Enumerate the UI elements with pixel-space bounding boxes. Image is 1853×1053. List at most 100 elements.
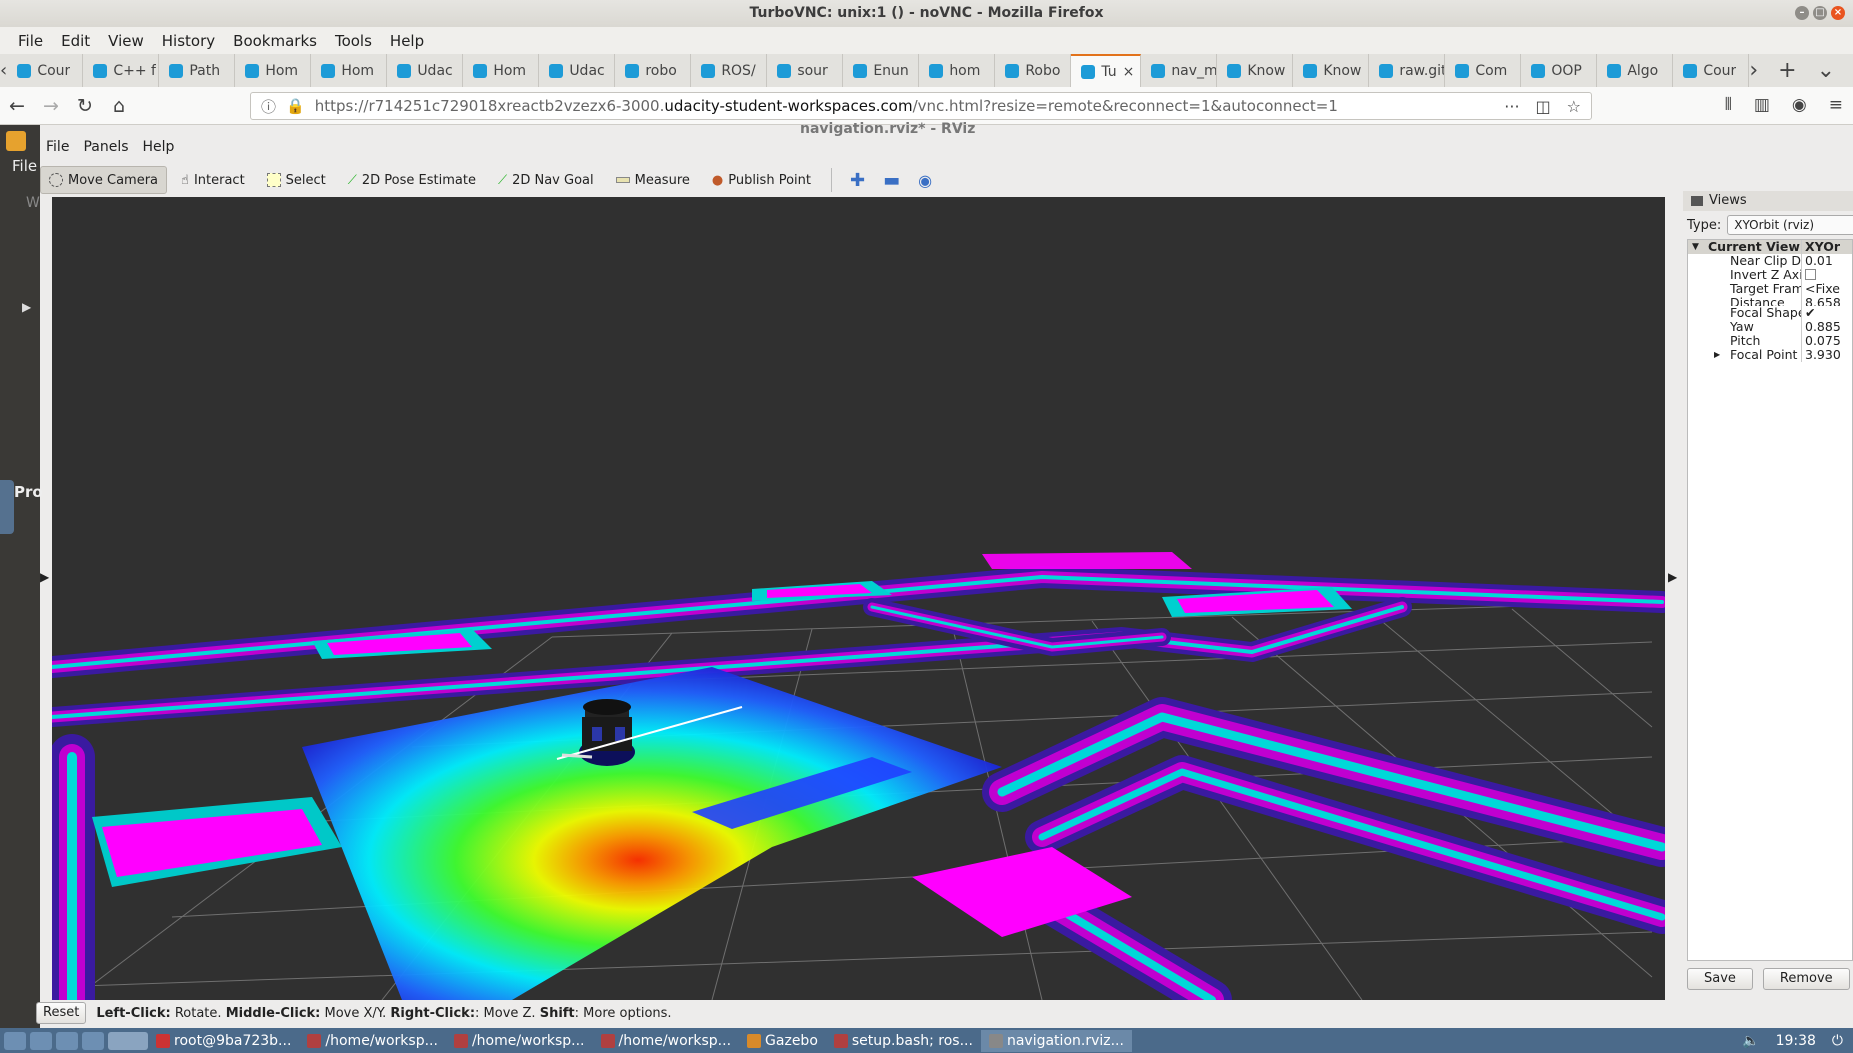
browser-tab[interactable]: raw.gith xyxy=(1369,54,1446,87)
reset-button[interactable]: Reset xyxy=(36,1002,87,1024)
save-view-button[interactable]: Save xyxy=(1687,968,1753,990)
browser-tab[interactable]: Hom xyxy=(463,54,540,87)
menu-edit[interactable]: Edit xyxy=(53,32,98,50)
browser-tab[interactable]: sour xyxy=(767,54,844,87)
browser-tab[interactable]: Udac xyxy=(387,54,464,87)
tool-2d-nav-goal[interactable]: ⟋ 2D Nav Goal xyxy=(490,166,602,194)
browser-tab[interactable]: Hom xyxy=(235,54,312,87)
taskbar-item-terminal-root[interactable]: root@9ba723b... xyxy=(148,1030,299,1052)
tab-list-dropdown-icon[interactable]: ⌄ xyxy=(1817,58,1835,83)
pocket-icon[interactable]: ◫ xyxy=(1536,97,1551,116)
property-row-pitch[interactable]: Pitch 0.075 xyxy=(1688,334,1852,348)
browser-tab[interactable]: Tu × xyxy=(1071,54,1142,87)
volume-icon[interactable]: 🔈 xyxy=(1742,1033,1759,1049)
forward-icon[interactable]: → xyxy=(34,95,68,117)
tool-publish-point[interactable]: ● Publish Point xyxy=(704,166,819,194)
browser-tab[interactable]: Cour xyxy=(7,54,84,87)
property-row-distance[interactable]: Distance 8.658 xyxy=(1688,296,1852,306)
file-manager-icon[interactable] xyxy=(30,1031,52,1050)
browser-tab[interactable]: Know xyxy=(1293,54,1370,87)
vnc-canvas[interactable]: File W ▶ Pro navigation.rviz* - RViz Fil… xyxy=(0,121,1853,1028)
rviz-menu-file[interactable]: File xyxy=(46,139,69,155)
maximize-icon[interactable]: □ xyxy=(1813,6,1827,20)
library-icon[interactable]: ⫴ xyxy=(1725,95,1732,115)
focal-shape-checkbox[interactable]: ✔ xyxy=(1801,306,1852,320)
reload-icon[interactable]: ↻ xyxy=(68,95,102,117)
browser-tab[interactable]: OOP xyxy=(1521,54,1598,87)
browser-tab[interactable]: nav_msg xyxy=(1141,54,1218,87)
browser-tab[interactable]: Path xyxy=(159,54,236,87)
taskbar-item-xterm-3[interactable]: /home/worksp... xyxy=(593,1030,740,1052)
browser-tab[interactable]: ROS/ xyxy=(691,54,768,87)
rviz-menu-panels[interactable]: Panels xyxy=(83,139,128,155)
browser-tab[interactable]: robo xyxy=(615,54,692,87)
menu-history[interactable]: History xyxy=(154,32,223,50)
back-icon[interactable]: ← xyxy=(0,95,34,117)
browser-tab[interactable]: C++ f xyxy=(83,54,160,87)
tool-select[interactable]: Select xyxy=(259,166,334,194)
browser-tab[interactable]: hom xyxy=(919,54,996,87)
collapse-left-panel-icon[interactable]: ▶ xyxy=(40,570,49,584)
minimize-icon[interactable]: – xyxy=(1795,6,1809,20)
home-icon[interactable]: ⌂ xyxy=(102,95,136,117)
menu-view[interactable]: View xyxy=(100,32,152,50)
browser-tab[interactable]: Enun xyxy=(843,54,920,87)
taskbar-item-xterm-1[interactable]: /home/worksp... xyxy=(299,1030,446,1052)
menu-help[interactable]: Help xyxy=(382,32,432,50)
desktop-switcher-icon[interactable] xyxy=(82,1031,104,1050)
power-icon[interactable]: ⏻ xyxy=(1832,1033,1843,1049)
taskbar-item-gazebo[interactable]: Gazebo xyxy=(739,1030,826,1052)
tool-2d-pose-estimate[interactable]: ⟋ 2D Pose Estimate xyxy=(340,166,484,194)
property-row-invert-z[interactable]: Invert Z Axis xyxy=(1688,268,1852,282)
remove-tool-icon[interactable]: ▬ xyxy=(877,170,906,191)
tool-measure[interactable]: Measure xyxy=(608,166,698,194)
browser-tab[interactable]: Cour xyxy=(1673,54,1750,87)
menu-bookmarks[interactable]: Bookmarks xyxy=(225,32,325,50)
property-row-target-frame[interactable]: Target Frame <Fixe xyxy=(1688,282,1852,296)
view-type-select[interactable]: XYOrbit (rviz) xyxy=(1727,215,1853,235)
tool-interact[interactable]: ☝ Interact xyxy=(173,166,253,194)
lock-icon[interactable]: 🔒 xyxy=(286,97,305,115)
browser-tab[interactable]: Algo xyxy=(1597,54,1674,87)
expand-arrow-icon[interactable]: ▶ xyxy=(22,300,31,314)
sidebar-icon[interactable]: ▥ xyxy=(1754,95,1770,115)
tabs-scroll-left-icon[interactable]: ‹ xyxy=(0,54,7,87)
new-tab-icon[interactable]: + xyxy=(1778,58,1796,83)
browser-tab[interactable]: Know xyxy=(1217,54,1294,87)
browser-tab[interactable]: Robo xyxy=(995,54,1072,87)
remove-view-button[interactable]: Remove xyxy=(1762,968,1850,990)
left-dock-menu-fragment[interactable]: File xyxy=(12,157,37,175)
novnc-control-handle[interactable] xyxy=(0,480,14,534)
collapse-right-panel-icon[interactable]: ▶ xyxy=(1668,570,1677,584)
current-view-row[interactable]: Current View XYOr xyxy=(1688,240,1852,254)
add-tool-icon[interactable]: ✚ xyxy=(844,170,871,191)
taskbar-item-xterm-2[interactable]: /home/worksp... xyxy=(446,1030,593,1052)
invert-z-checkbox[interactable] xyxy=(1805,269,1816,280)
browser-tab[interactable]: Udac xyxy=(539,54,616,87)
clock[interactable]: 19:38 xyxy=(1776,1033,1816,1049)
url-bar[interactable]: ⓘ 🔒 https://r714251c729018xreactb2vzezx6… xyxy=(250,92,1592,120)
property-row-yaw[interactable]: Yaw 0.885 xyxy=(1688,320,1852,334)
close-icon[interactable]: × xyxy=(1831,6,1845,20)
taskbar-item-rviz[interactable]: navigation.rviz... xyxy=(980,1029,1132,1052)
rviz-3d-viewport[interactable] xyxy=(52,197,1665,1000)
tool-move-camera[interactable]: Move Camera xyxy=(40,166,168,194)
tabs-scroll-right-icon[interactable]: › xyxy=(1749,58,1758,83)
property-row-focal-point[interactable]: Focal Point 3.930 xyxy=(1688,348,1852,362)
hamburger-menu-icon[interactable]: ≡ xyxy=(1829,95,1843,115)
browser-tab[interactable]: Hom xyxy=(311,54,388,87)
close-tab-icon[interactable]: × xyxy=(1123,64,1141,80)
menu-tools[interactable]: Tools xyxy=(327,32,380,50)
menu-file[interactable]: File xyxy=(10,32,51,50)
page-actions-icon[interactable]: ··· xyxy=(1504,97,1519,116)
eye-icon[interactable]: ◉ xyxy=(912,171,938,190)
view-properties-tree[interactable]: Current View XYOr Near Clip Di... 0.01 I… xyxy=(1687,239,1853,961)
browser-tab[interactable]: Com xyxy=(1445,54,1522,87)
workspace-pager[interactable] xyxy=(108,1031,148,1050)
tracking-shield-icon[interactable]: ⓘ xyxy=(261,96,276,117)
start-menu-icon[interactable] xyxy=(4,1031,26,1050)
property-row-focal-shape[interactable]: Focal Shape... ✔ xyxy=(1688,306,1852,320)
property-row-near-clip[interactable]: Near Clip Di... 0.01 xyxy=(1688,254,1852,268)
taskbar-item-setup-bash[interactable]: setup.bash; ros... xyxy=(826,1030,981,1052)
bookmark-star-icon[interactable]: ☆ xyxy=(1567,97,1581,116)
